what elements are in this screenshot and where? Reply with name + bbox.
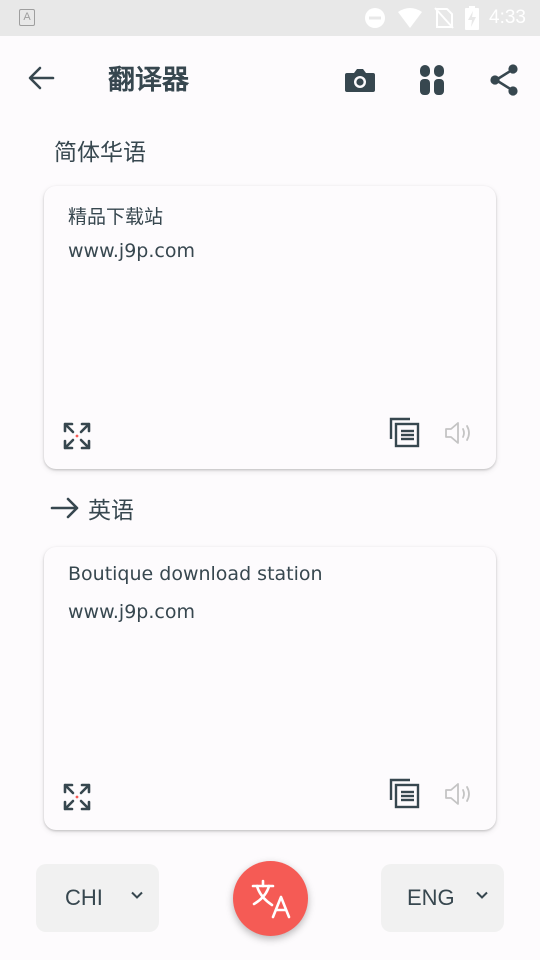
source-language-code: CHI <box>65 885 103 910</box>
target-text-line2: www.j9p.com <box>68 601 195 623</box>
wifi-icon <box>398 8 423 28</box>
no-sim-icon <box>434 7 454 29</box>
copy-icon[interactable] <box>388 776 422 810</box>
target-language-code: ENG <box>407 885 455 910</box>
share-button[interactable] <box>482 58 526 102</box>
copy-icon[interactable] <box>388 415 422 449</box>
back-button[interactable] <box>22 62 60 94</box>
source-text-line1: 精品下载站 <box>68 206 164 228</box>
translate-button[interactable] <box>233 861 308 936</box>
expand-icon[interactable] <box>61 781 93 813</box>
page-title: 翻译器 <box>108 65 189 96</box>
speaker-icon[interactable] <box>444 781 476 807</box>
source-language-selector[interactable]: CHI <box>36 864 159 932</box>
app-notification-icon: A <box>19 9 35 26</box>
app-toolbar: 翻译器 <box>0 36 540 122</box>
speaker-icon[interactable] <box>444 420 476 446</box>
back-arrow-icon <box>28 66 55 90</box>
status-bar: A 4:33 <box>0 0 540 36</box>
do-not-disturb-icon <box>365 8 386 28</box>
source-text-card[interactable]: 精品下载站 www.j9p.com <box>44 186 496 469</box>
target-language-row: 英语 <box>50 492 134 524</box>
grid-icon <box>420 65 444 95</box>
status-icons: 4:33 <box>353 6 526 30</box>
target-language-selector[interactable]: ENG <box>381 864 504 932</box>
chevron-down-icon <box>131 891 143 899</box>
camera-icon <box>345 69 375 92</box>
battery-charging-icon <box>465 6 480 30</box>
source-language-label: 简体华语 <box>54 140 146 166</box>
expand-icon[interactable] <box>61 420 93 452</box>
target-text-line1: Boutique download station <box>68 563 323 585</box>
arrow-right-icon <box>50 497 79 519</box>
chevron-down-icon <box>476 891 488 899</box>
source-text-line2: www.j9p.com <box>68 240 195 262</box>
grid-button[interactable] <box>410 58 454 102</box>
target-text-card[interactable]: Boutique download station www.j9p.com <box>44 547 496 830</box>
target-language-label: 英语 <box>88 498 134 524</box>
translate-icon <box>251 879 290 918</box>
status-time: 4:33 <box>489 7 526 28</box>
camera-button[interactable] <box>338 58 382 102</box>
share-icon <box>490 64 518 96</box>
